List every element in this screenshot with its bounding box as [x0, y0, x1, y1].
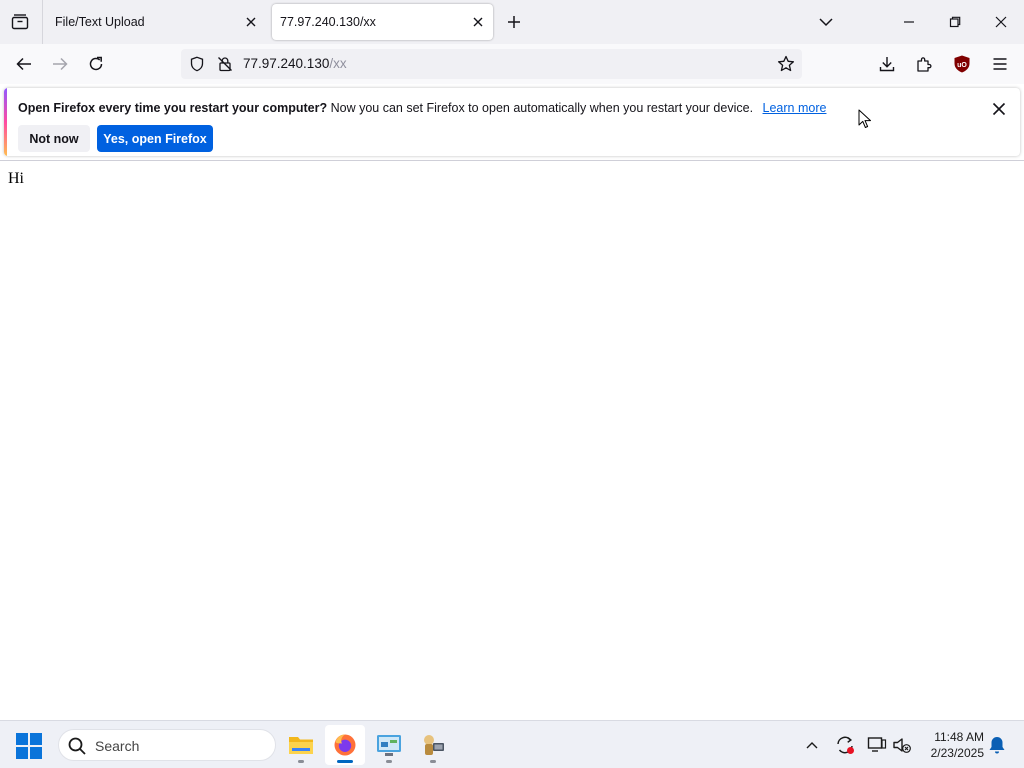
hamburger-menu-icon	[993, 58, 1007, 70]
reload-button[interactable]	[82, 50, 110, 78]
windows-logo-tile	[16, 747, 28, 759]
download-icon	[879, 57, 895, 72]
extensions-button[interactable]	[910, 50, 938, 78]
tab-title: 77.97.240.130/xx	[280, 15, 376, 29]
url-bar[interactable]: 77.97.240.130/xx	[181, 49, 802, 79]
notification-text: Now you can set Firefox to open automati…	[330, 101, 754, 115]
firefox-icon	[334, 734, 356, 756]
taskbar-app[interactable]	[413, 725, 453, 765]
minimize-button[interactable]	[886, 0, 932, 44]
forward-arrow-icon	[53, 57, 68, 71]
minimize-icon	[904, 21, 914, 23]
reload-icon	[89, 56, 103, 71]
windows-taskbar: Search 11:48 AM 2/23/2025	[0, 720, 1024, 768]
running-indicator	[386, 760, 392, 763]
bookmark-star-button[interactable]	[776, 54, 796, 74]
search-label: Search	[95, 738, 140, 754]
restore-button[interactable]	[932, 0, 978, 44]
nav-bar: 77.97.240.130/xx uO	[0, 44, 1024, 84]
notification-message: Open Firefox every time you restart your…	[18, 101, 826, 115]
back-button[interactable]	[10, 50, 38, 78]
new-tab-button[interactable]	[502, 10, 526, 34]
tab-active[interactable]: 77.97.240.130/xx	[272, 4, 493, 40]
tab-strip: File/Text Upload 77.97.240.130/xx	[0, 0, 1024, 44]
url-text[interactable]: 77.97.240.130/xx	[243, 56, 347, 71]
tab-file-text-upload[interactable]: File/Text Upload	[44, 4, 266, 40]
chevron-up-icon	[806, 742, 818, 749]
tab-separator	[42, 0, 43, 44]
speaker-muted-icon	[893, 738, 911, 753]
close-icon	[246, 17, 256, 27]
tab-title: File/Text Upload	[55, 15, 145, 29]
learn-more-link[interactable]: Learn more	[763, 101, 827, 115]
network-icon	[867, 737, 887, 752]
taskbar-clock[interactable]: 11:48 AM 2/23/2025	[920, 729, 984, 761]
close-icon	[992, 102, 1006, 116]
app-menu-button[interactable]	[986, 50, 1014, 78]
app-icon	[424, 735, 444, 755]
star-icon	[777, 55, 795, 72]
windows-logo-tile	[30, 747, 42, 759]
url-host: 77.97.240.130	[243, 56, 330, 71]
tab-close-button[interactable]	[239, 10, 263, 34]
running-indicator	[298, 760, 304, 763]
notification-close-button[interactable]	[986, 96, 1012, 122]
tracking-protection-shield-icon[interactable]	[187, 54, 207, 74]
taskbar-control-panel[interactable]	[369, 725, 409, 765]
puzzle-piece-icon	[917, 57, 932, 72]
network-status-button[interactable]	[865, 733, 889, 757]
close-icon	[995, 16, 1007, 28]
taskbar-firefox[interactable]	[325, 725, 365, 765]
volume-button[interactable]	[890, 733, 914, 757]
active-indicator	[337, 760, 353, 763]
mouse-pointer-icon	[858, 109, 871, 128]
start-button[interactable]	[16, 733, 42, 759]
clock-time: 11:48 AM	[934, 730, 984, 744]
control-panel-icon	[377, 735, 401, 756]
ublock-origin-icon: uO	[954, 55, 970, 73]
svg-text:uO: uO	[957, 62, 967, 69]
forward-button[interactable]	[46, 50, 74, 78]
list-all-tabs-button[interactable]	[814, 10, 838, 34]
downloads-button[interactable]	[873, 50, 901, 78]
ublock-origin-button[interactable]: uO	[948, 50, 976, 78]
bell-icon	[989, 737, 1005, 754]
windows-logo-tile	[16, 733, 28, 745]
notification-accent-stripe	[4, 88, 7, 156]
insecure-lock-icon[interactable]	[215, 54, 235, 74]
not-now-button[interactable]: Not now	[18, 125, 90, 152]
running-indicator	[430, 760, 436, 763]
firefox-view-button[interactable]	[8, 11, 32, 33]
back-arrow-icon	[16, 57, 31, 71]
clock-date: 2/23/2025	[930, 746, 984, 760]
taskbar-search-box[interactable]: Search	[58, 729, 276, 761]
chevron-down-icon	[819, 18, 833, 27]
sync-status-button[interactable]	[833, 733, 857, 757]
url-path: /xx	[329, 56, 347, 71]
notification-title: Open Firefox every time you restart your…	[18, 101, 328, 115]
taskbar-file-explorer[interactable]	[281, 725, 321, 765]
close-icon	[473, 17, 483, 27]
search-icon	[68, 737, 86, 755]
notifications-button[interactable]	[985, 733, 1009, 757]
show-hidden-icons-button[interactable]	[800, 733, 824, 757]
content-divider	[0, 160, 1024, 161]
plus-icon	[508, 16, 520, 28]
windows-logo-tile	[30, 733, 42, 745]
yes-open-firefox-button[interactable]: Yes, open Firefox	[97, 125, 213, 152]
tab-close-button[interactable]	[466, 10, 490, 34]
firefox-view-icon	[11, 14, 29, 30]
sync-icon	[837, 736, 854, 754]
page-body-text: Hi	[8, 170, 24, 187]
restore-icon	[949, 16, 961, 28]
close-window-button[interactable]	[978, 0, 1024, 44]
file-explorer-icon	[289, 737, 313, 754]
